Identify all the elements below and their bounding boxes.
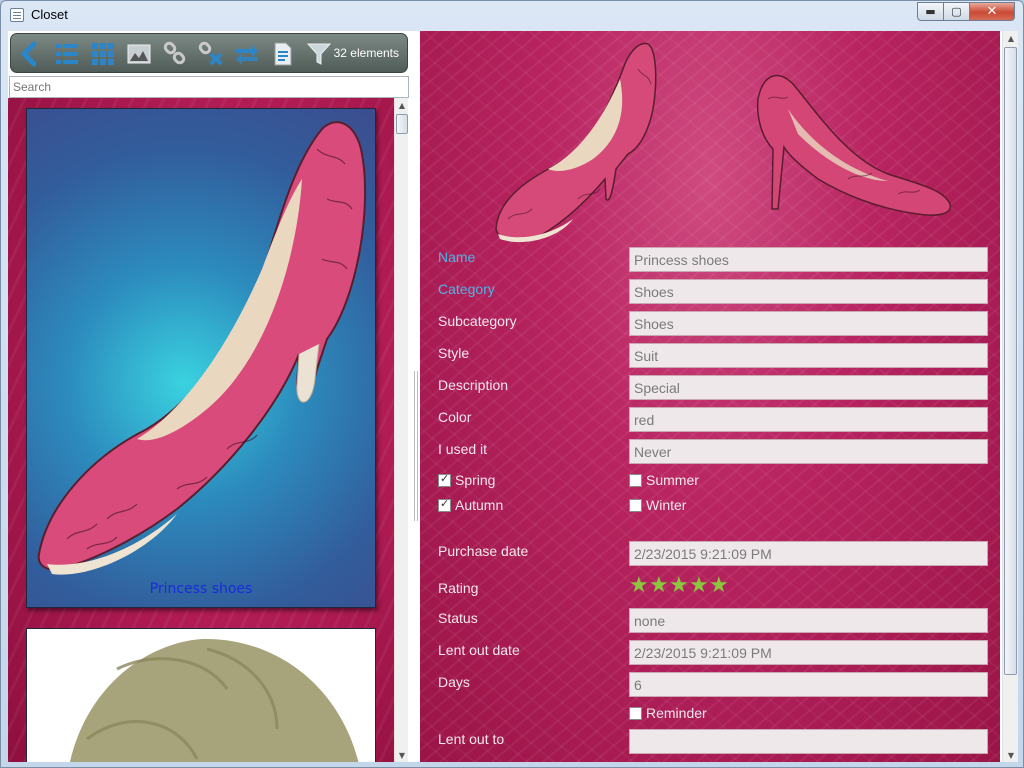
rating-label: Rating: [438, 580, 479, 596]
name-label: Name: [438, 249, 476, 265]
list-scrollbar[interactable]: ▲ ▼: [394, 98, 408, 762]
list-view-icon[interactable]: [53, 40, 81, 68]
window-controls: ▬ ▢ ✕: [917, 2, 1015, 21]
autumn-checkbox[interactable]: Autumn: [438, 497, 503, 513]
reminder-label: Reminder: [646, 705, 707, 721]
document-icon[interactable]: [269, 40, 297, 68]
name-field[interactable]: [629, 247, 988, 272]
swap-icon[interactable]: [233, 40, 261, 68]
status-field[interactable]: [629, 608, 988, 633]
grid-view-icon[interactable]: [89, 40, 117, 68]
reminder-checkbox[interactable]: Reminder: [629, 705, 707, 721]
detail-scrollbar[interactable]: ▲ ▼: [1002, 31, 1018, 762]
purchase-date-label: Purchase date: [438, 543, 529, 559]
lent-to-label: Lent out to: [438, 731, 505, 747]
days-label: Days: [438, 674, 470, 690]
star-icon[interactable]: ★: [649, 575, 669, 597]
description-field[interactable]: [629, 375, 988, 400]
element-count: 32 elements: [333, 46, 399, 60]
subcategory-label: Subcategory: [438, 313, 517, 329]
rating-stars[interactable]: ★ ★ ★ ★ ★: [629, 575, 729, 597]
color-label: Color: [438, 409, 472, 425]
color-field[interactable]: [629, 407, 988, 432]
app-window: Closet ▬ ▢ ✕ 32 elements Search Princess…: [0, 0, 1024, 768]
checkbox-box[interactable]: [438, 497, 451, 512]
star-icon[interactable]: ★: [669, 575, 689, 597]
lent-date-field[interactable]: [629, 640, 988, 665]
summer-label: Summer: [646, 472, 699, 488]
minimize-button[interactable]: ▬: [917, 2, 944, 21]
category-field[interactable]: [629, 279, 988, 304]
shoe-image-front: [495, 42, 657, 243]
spring-checkbox[interactable]: Spring: [438, 472, 495, 488]
summer-checkbox[interactable]: Summer: [629, 472, 699, 488]
item-title: Princess shoes: [149, 581, 253, 597]
checkbox-box[interactable]: [629, 706, 642, 720]
window-title: Closet: [31, 7, 68, 22]
item-list: Princess shoes: [8, 98, 394, 762]
style-label: Style: [438, 345, 470, 361]
subcategory-field[interactable]: [629, 311, 988, 336]
title-bar[interactable]: Closet ▬ ▢ ✕: [1, 1, 1023, 31]
used-field[interactable]: [629, 439, 988, 464]
winter-checkbox[interactable]: Winter: [629, 497, 686, 513]
scroll-down-arrow-icon[interactable]: ▼: [395, 748, 409, 762]
list-item[interactable]: [26, 628, 376, 762]
shoe-image-side: [756, 74, 952, 216]
autumn-label: Autumn: [455, 497, 504, 513]
spring-label: Spring: [455, 472, 496, 488]
maximize-button[interactable]: ▢: [944, 2, 970, 21]
winter-label: Winter: [646, 497, 687, 513]
hat-thumbnail: [70, 638, 359, 762]
used-label: I used it: [438, 441, 488, 457]
status-label: Status: [438, 610, 478, 626]
scroll-thumb[interactable]: [396, 114, 408, 134]
category-label: Category: [438, 281, 495, 297]
list-item[interactable]: Princess shoes: [26, 108, 376, 608]
checkbox-box[interactable]: [629, 498, 642, 512]
client-area: 32 elements P: [8, 31, 1018, 762]
description-label: Description: [438, 377, 509, 393]
close-button[interactable]: ✕: [970, 2, 1015, 21]
search-input[interactable]: [9, 76, 409, 98]
image-view-icon[interactable]: [125, 40, 153, 68]
scroll-thumb[interactable]: [1004, 47, 1017, 675]
lent-to-field[interactable]: [629, 729, 988, 754]
left-pane: 32 elements P: [8, 31, 410, 762]
filter-icon[interactable]: [305, 40, 333, 68]
purchase-date-field[interactable]: [629, 541, 988, 566]
link-icon[interactable]: [161, 40, 189, 68]
pane-splitter[interactable]: [410, 31, 420, 762]
shoe-thumbnail: [37, 121, 367, 575]
scroll-up-arrow-icon[interactable]: ▲: [1003, 31, 1018, 45]
days-field[interactable]: [629, 672, 988, 697]
checkbox-box[interactable]: [629, 473, 642, 487]
lent-date-label: Lent out date: [438, 642, 520, 658]
scroll-down-arrow-icon[interactable]: ▼: [1003, 748, 1018, 762]
detail-pane: Name Category Subcategory Style Descript…: [420, 31, 1000, 762]
back-arrow-icon[interactable]: [17, 40, 45, 68]
star-icon[interactable]: ★: [629, 575, 649, 597]
toolbar: 32 elements: [10, 33, 408, 73]
star-icon[interactable]: ★: [709, 575, 729, 597]
star-icon[interactable]: ★: [689, 575, 709, 597]
app-icon: [10, 8, 24, 22]
unlink-icon[interactable]: [197, 40, 225, 68]
scroll-up-arrow-icon[interactable]: ▲: [395, 98, 409, 112]
style-field[interactable]: [629, 343, 988, 368]
checkbox-box[interactable]: [438, 472, 451, 487]
